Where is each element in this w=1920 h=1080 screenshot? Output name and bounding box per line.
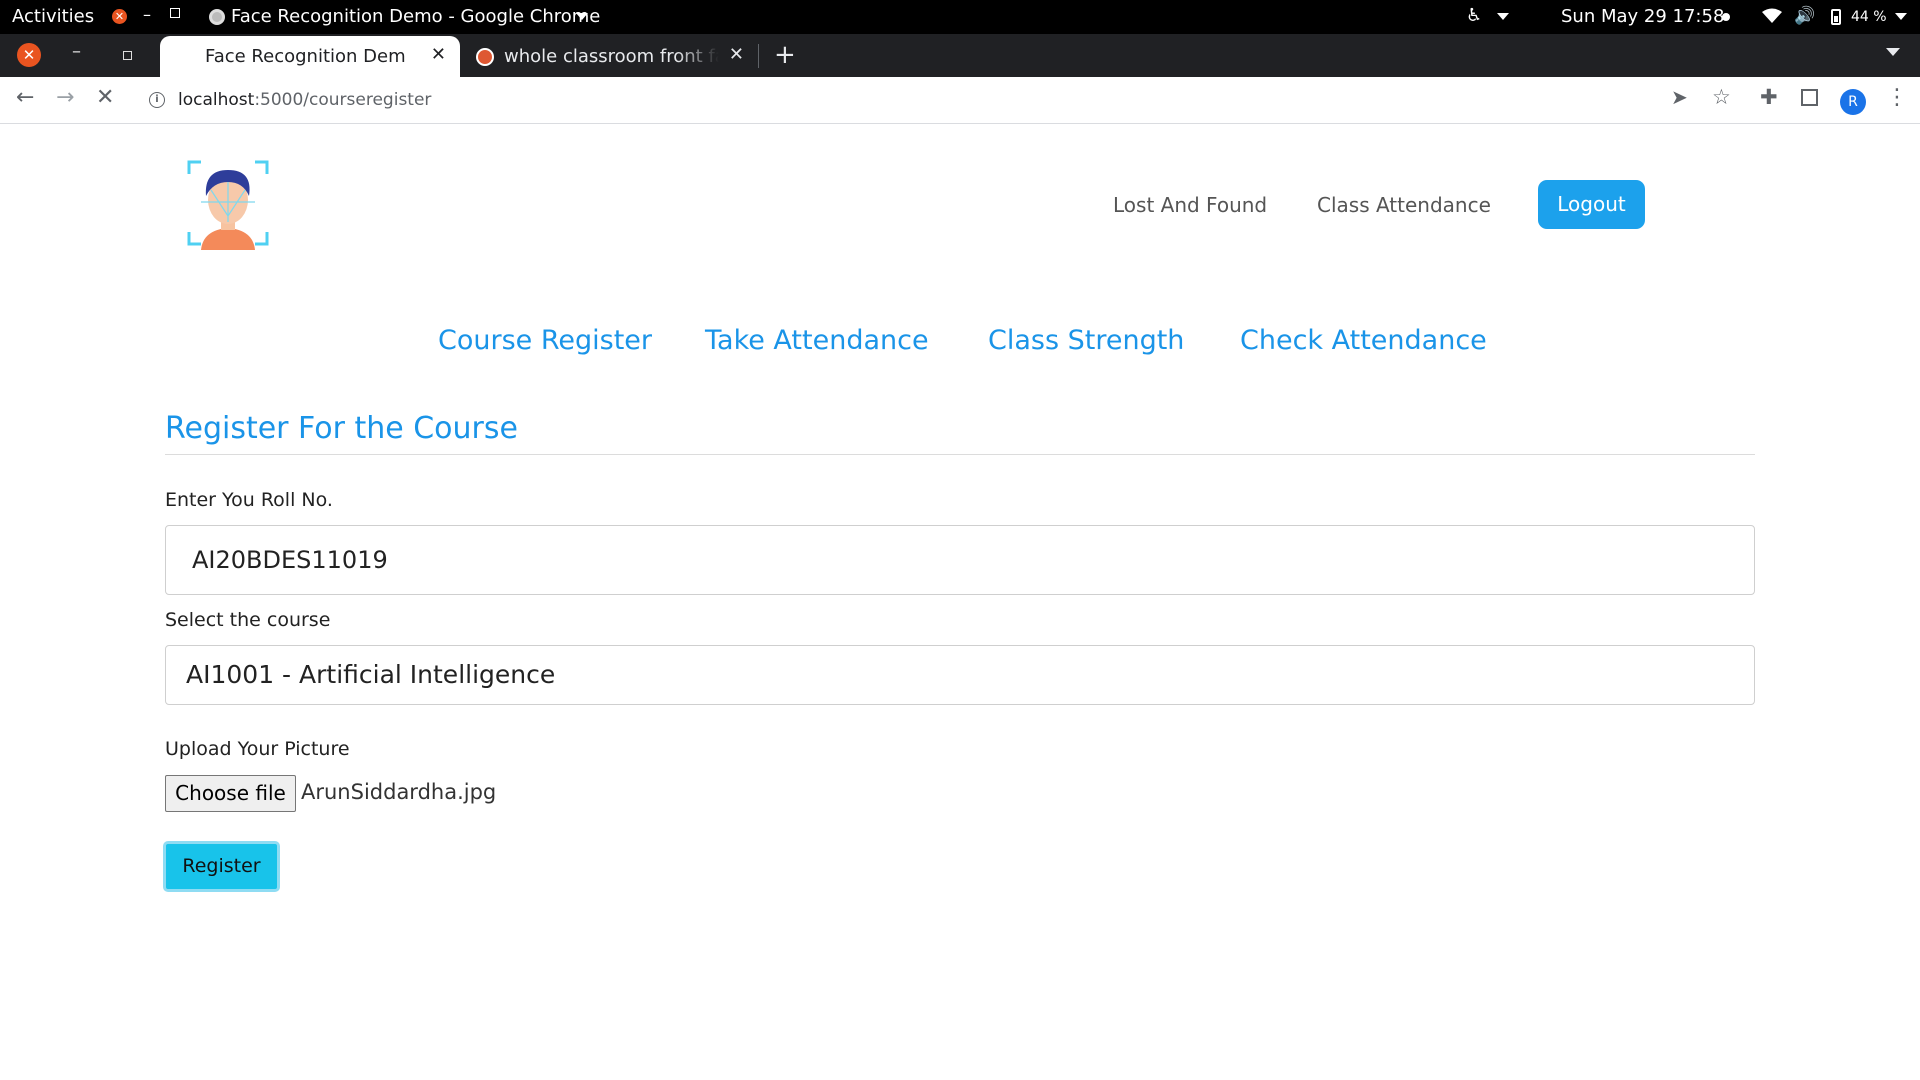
tab-close-icon[interactable]: ✕ [431,44,446,65]
bookmark-star-icon[interactable]: ☆ [1712,85,1731,109]
subnav-class-strength[interactable]: Class Strength [988,325,1184,356]
title-divider [165,454,1755,455]
subnav-take-attendance[interactable]: Take Attendance [705,325,929,356]
battery-percentage[interactable]: 44 % [1851,9,1887,25]
clock[interactable]: Sun May 29 17:58 [1561,6,1724,27]
app-menu-caret-icon[interactable] [576,13,588,20]
chrome-icon [209,9,225,25]
course-label: Select the course [165,609,331,631]
browser-toolbar: ← → ✕ i localhost:5000/courseregister ➤ … [0,77,1920,124]
register-button[interactable]: Register [163,841,280,892]
duckduckgo-favicon-icon [476,48,494,66]
volume-icon[interactable]: 🔊 [1794,6,1815,26]
app-close-icon[interactable]: ✕ [112,9,127,24]
logout-button[interactable]: Logout [1538,180,1645,229]
extensions-icon[interactable]: ✚ [1760,85,1778,109]
selected-file-name: ArunSiddardha.jpg [301,780,497,804]
system-menu-caret-icon[interactable] [1895,13,1907,20]
course-select[interactable]: AI1001 - Artificial Intelligence [165,645,1755,705]
side-panel-icon[interactable] [1801,89,1818,106]
window-close-icon[interactable]: ✕ [17,43,41,67]
forward-icon[interactable]: → [56,85,74,110]
profile-avatar[interactable]: R [1840,89,1866,115]
tab-title: Face Recognition Demo [205,46,405,67]
roll-number-label: Enter You Roll No. [165,489,333,511]
tab-duckduckgo-search[interactable]: whole classroom front face ✕ [462,36,758,77]
chrome-menu-icon[interactable]: ⋮ [1886,85,1908,110]
back-icon[interactable]: ← [16,85,34,110]
tab-face-recognition[interactable]: Face Recognition Demo ✕ [160,36,460,77]
choose-file-button[interactable]: Choose file [165,775,296,812]
tab-close-icon[interactable]: ✕ [729,44,744,65]
nav-lost-and-found[interactable]: Lost And Found [1113,193,1267,217]
notification-dot-icon [1722,13,1730,21]
stop-loading-icon[interactable]: ✕ [96,85,114,110]
app-minimize-icon[interactable]: – [143,5,151,24]
wifi-icon[interactable] [1762,8,1782,29]
nav-class-attendance[interactable]: Class Attendance [1317,193,1491,217]
window-maximize-icon[interactable] [123,51,132,60]
battery-icon[interactable] [1831,9,1841,25]
subnav-course-register[interactable]: Course Register [438,325,652,356]
tab-search-icon[interactable] [1886,48,1900,56]
address-bar[interactable]: i localhost:5000/courseregister [140,83,1720,118]
url-text[interactable]: localhost:5000/courseregister [178,90,431,110]
app-maximize-icon[interactable] [170,8,180,18]
system-top-bar: Activities ✕ – Face Recognition Demo - G… [0,0,1920,34]
accessibility-caret-icon[interactable] [1497,13,1509,20]
accessibility-icon[interactable]: ♿ [1466,5,1482,26]
face-recognition-logo[interactable] [187,160,269,250]
activities-button[interactable]: Activities [12,6,94,27]
tab-title: whole classroom front face [504,46,719,67]
subnav-check-attendance[interactable]: Check Attendance [1240,325,1487,356]
roll-number-input[interactable]: AI20BDES11019 [165,525,1755,595]
app-menu-title[interactable]: Face Recognition Demo - Google Chrome [231,6,600,27]
site-info-icon[interactable]: i [149,92,165,108]
tab-separator [758,44,759,68]
tab-strip: ✕ – Face Recognition Demo ✕ whole classr… [0,34,1920,77]
window-minimize-icon[interactable]: – [72,41,81,62]
new-tab-icon[interactable]: + [774,40,796,70]
page-title: Register For the Course [165,411,518,446]
page-content: Lost And Found Class Attendance Logout C… [0,125,1920,1080]
upload-label: Upload Your Picture [165,738,350,760]
send-icon[interactable]: ➤ [1671,85,1688,109]
